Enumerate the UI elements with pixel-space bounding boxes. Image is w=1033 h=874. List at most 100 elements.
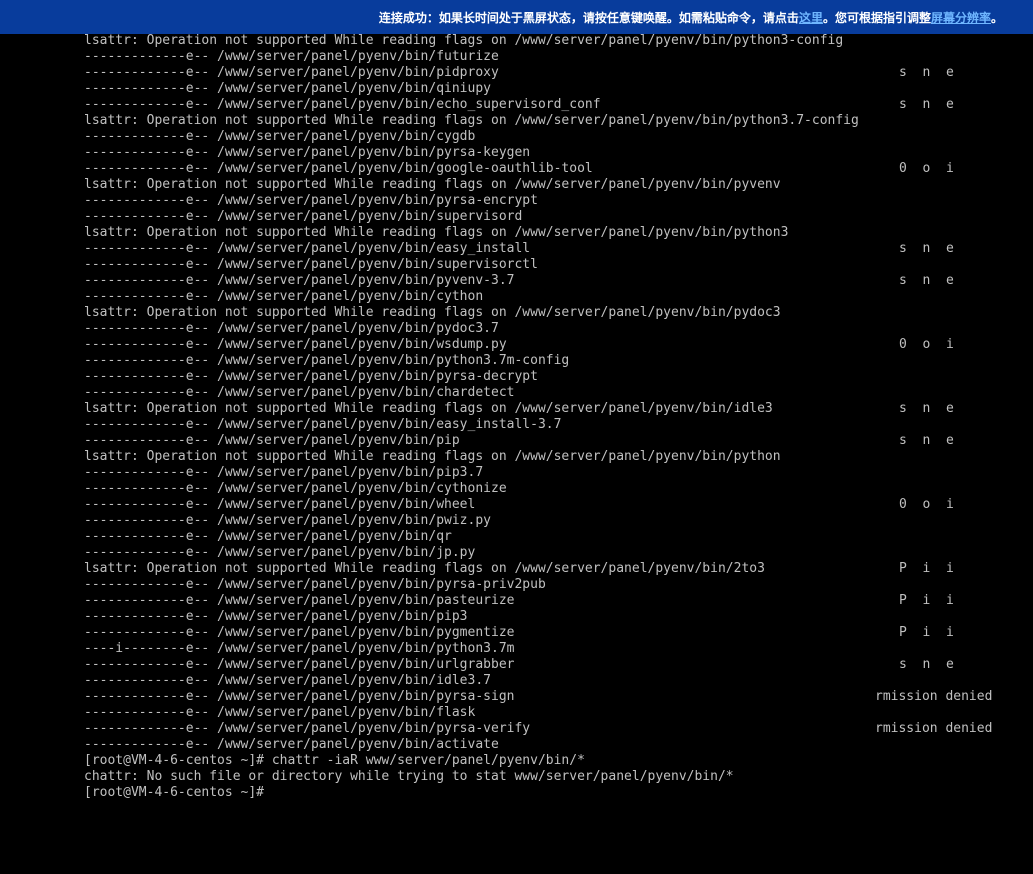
terminal-line: -------------e-- /www/server/panel/pyenv…: [84, 737, 1019, 753]
terminal-line-text: -------------e-- /www/server/panel/pyenv…: [84, 529, 452, 544]
terminal-line: lsattr: Operation not supported While re…: [84, 449, 1019, 465]
terminal-line: -------------e-- /www/server/panel/pyenv…: [84, 497, 1019, 513]
terminal-line-overlay-text: s n e: [899, 401, 954, 416]
terminal-line-text: -------------e-- /www/server/panel/pyenv…: [84, 657, 515, 672]
terminal-line: -------------e-- /www/server/panel/pyenv…: [84, 433, 1019, 449]
remote-console-screen[interactable]: 连接成功：如果长时间处于黑屏状态，请按任意键唤醒。如需粘贴命令，请点击 这里 。您可…: [0, 0, 1033, 874]
terminal-line-text: -------------e-- /www/server/panel/pyenv…: [84, 737, 499, 752]
terminal-line-text: -------------e-- /www/server/panel/pyenv…: [84, 689, 515, 704]
terminal-line-text: -------------e-- /www/server/panel/pyenv…: [84, 289, 484, 304]
terminal-line-text: -------------e-- /www/server/panel/pyenv…: [84, 609, 468, 624]
terminal-output[interactable]: lsattr: Operation not supported While re…: [84, 33, 1019, 813]
paste-command-link[interactable]: 这里: [799, 9, 823, 26]
terminal-line: -------------e-- /www/server/panel/pyenv…: [84, 529, 1019, 545]
terminal-line-text: -------------e-- /www/server/panel/pyenv…: [84, 241, 531, 256]
terminal-line: -------------e-- /www/server/panel/pyenv…: [84, 81, 1019, 97]
terminal-line-text: [root@VM-4-6-centos ~]# chattr -iaR www/…: [84, 753, 585, 768]
terminal-line-overlay-text: s n e: [899, 97, 954, 112]
terminal-line-overlay-text: P i i: [899, 593, 954, 608]
terminal-line: lsattr: Operation not supported While re…: [84, 113, 1019, 129]
terminal-line: -------------e-- /www/server/panel/pyenv…: [84, 545, 1019, 561]
terminal-line-text: -------------e-- /www/server/panel/pyenv…: [84, 369, 538, 384]
terminal-line: -------------e-- /www/server/panel/pyenv…: [84, 241, 1019, 257]
terminal-line: -------------e-- /www/server/panel/pyenv…: [84, 97, 1019, 113]
banner-message-end: 。: [990, 10, 1003, 25]
terminal-line: -------------e-- /www/server/panel/pyenv…: [84, 353, 1019, 369]
terminal-line: -------------e-- /www/server/panel/pyenv…: [84, 705, 1019, 721]
terminal-line: -------------e-- /www/server/panel/pyenv…: [84, 673, 1019, 689]
terminal-line-text: chattr: No such file or directory while …: [84, 769, 734, 784]
terminal-line-overlay-text: s n e: [899, 273, 954, 288]
terminal-line: ----i--------e-- /www/server/panel/pyenv…: [84, 641, 1019, 657]
connection-status-banner: 连接成功：如果长时间处于黑屏状态，请按任意键唤醒。如需粘贴命令，请点击 这里 。您可…: [0, 0, 1033, 34]
terminal-line: -------------e-- /www/server/panel/pyenv…: [84, 481, 1019, 497]
terminal-line: -------------e-- /www/server/panel/pyenv…: [84, 369, 1019, 385]
terminal-line: -------------e-- /www/server/panel/pyenv…: [84, 209, 1019, 225]
terminal-line-overlay-text: s n e: [899, 65, 954, 80]
terminal-line-overlay-text: rmission denied: [875, 689, 993, 704]
terminal-line: -------------e-- /www/server/panel/pyenv…: [84, 689, 1019, 705]
terminal-line: -------------e-- /www/server/panel/pyenv…: [84, 145, 1019, 161]
terminal-line-overlay-text: P i i: [899, 625, 954, 640]
terminal-line: lsattr: Operation not supported While re…: [84, 225, 1019, 241]
terminal-line-overlay-text: s n e: [899, 657, 954, 672]
terminal-line-text: -------------e-- /www/server/panel/pyenv…: [84, 545, 476, 560]
terminal-line-text: -------------e-- /www/server/panel/pyenv…: [84, 593, 515, 608]
terminal-line-text: -------------e-- /www/server/panel/pyenv…: [84, 97, 601, 112]
terminal-line-text: -------------e-- /www/server/panel/pyenv…: [84, 145, 531, 160]
terminal-line-overlay-text: 0 o i: [899, 161, 954, 176]
terminal-line-text: -------------e-- /www/server/panel/pyenv…: [84, 257, 538, 272]
terminal-line: lsattr: Operation not supported While re…: [84, 561, 1019, 577]
terminal-line-overlay-text: s n e: [899, 241, 954, 256]
terminal-line: -------------e-- /www/server/panel/pyenv…: [84, 273, 1019, 289]
terminal-line-text: -------------e-- /www/server/panel/pyenv…: [84, 577, 546, 592]
terminal-line: lsattr: Operation not supported While re…: [84, 401, 1019, 417]
terminal-line-text: lsattr: Operation not supported While re…: [84, 225, 789, 240]
terminal-line-text: -------------e-- /www/server/panel/pyenv…: [84, 481, 507, 496]
terminal-line-text: [root@VM-4-6-centos ~]#: [84, 785, 265, 800]
terminal-line-text: ----i--------e-- /www/server/panel/pyenv…: [84, 641, 515, 656]
terminal-line-text: -------------e-- /www/server/panel/pyenv…: [84, 417, 562, 432]
terminal-line-text: lsattr: Operation not supported While re…: [84, 449, 781, 464]
terminal-line-overlay-text: P i i: [899, 561, 954, 576]
terminal-line: lsattr: Operation not supported While re…: [84, 177, 1019, 193]
terminal-line-text: lsattr: Operation not supported While re…: [84, 401, 773, 416]
terminal-line: -------------e-- /www/server/panel/pyenv…: [84, 289, 1019, 305]
banner-message: 连接成功：如果长时间处于黑屏状态，请按任意键唤醒。如需粘贴命令，请点击: [378, 10, 799, 25]
terminal-line-text: -------------e-- /www/server/panel/pyenv…: [84, 497, 476, 512]
terminal-line: -------------e-- /www/server/panel/pyenv…: [84, 625, 1019, 641]
terminal-line: -------------e-- /www/server/panel/pyenv…: [84, 65, 1019, 81]
terminal-line: -------------e-- /www/server/panel/pyenv…: [84, 337, 1019, 353]
terminal-line-overlay-text: 0 o i: [899, 497, 954, 512]
terminal-line-text: -------------e-- /www/server/panel/pyenv…: [84, 513, 491, 528]
terminal-line-text: -------------e-- /www/server/panel/pyenv…: [84, 705, 476, 720]
terminal-line-text: lsattr: Operation not supported While re…: [84, 113, 859, 128]
terminal-line: -------------e-- /www/server/panel/pyenv…: [84, 161, 1019, 177]
terminal-line-text: -------------e-- /www/server/panel/pyenv…: [84, 193, 538, 208]
terminal-line-text: lsattr: Operation not supported While re…: [84, 305, 781, 320]
terminal-line: -------------e-- /www/server/panel/pyenv…: [84, 129, 1019, 145]
terminal-line: chattr: No such file or directory while …: [84, 769, 1019, 785]
terminal-line-overlay-text: rmission denied: [875, 721, 993, 736]
terminal-line: -------------e-- /www/server/panel/pyenv…: [84, 49, 1019, 65]
terminal-line-text: -------------e-- /www/server/panel/pyenv…: [84, 129, 476, 144]
terminal-line-text: -------------e-- /www/server/panel/pyenv…: [84, 353, 570, 368]
terminal-line: -------------e-- /www/server/panel/pyenv…: [84, 609, 1019, 625]
terminal-line-overlay-text: s n e: [899, 433, 954, 448]
terminal-line-text: -------------e-- /www/server/panel/pyenv…: [84, 673, 491, 688]
terminal-line-text: -------------e-- /www/server/panel/pyenv…: [84, 209, 523, 224]
terminal-line-text: -------------e-- /www/server/panel/pyenv…: [84, 625, 515, 640]
terminal-line-text: lsattr: Operation not supported While re…: [84, 561, 765, 576]
terminal-line-overlay-text: 0 o i: [899, 337, 954, 352]
terminal-line-text: -------------e-- /www/server/panel/pyenv…: [84, 273, 515, 288]
terminal-line-text: -------------e-- /www/server/panel/pyenv…: [84, 321, 499, 336]
terminal-line-text: -------------e-- /www/server/panel/pyenv…: [84, 433, 460, 448]
terminal-line: -------------e-- /www/server/panel/pyenv…: [84, 577, 1019, 593]
screen-resolution-link[interactable]: 屏幕分辨率: [931, 9, 991, 26]
terminal-line-text: -------------e-- /www/server/panel/pyenv…: [84, 49, 499, 64]
terminal-line-text: -------------e-- /www/server/panel/pyenv…: [84, 721, 531, 736]
terminal-line: -------------e-- /www/server/panel/pyenv…: [84, 257, 1019, 273]
terminal-line-text: -------------e-- /www/server/panel/pyenv…: [84, 161, 593, 176]
terminal-line: lsattr: Operation not supported While re…: [84, 33, 1019, 49]
terminal-line-text: -------------e-- /www/server/panel/pyenv…: [84, 337, 507, 352]
